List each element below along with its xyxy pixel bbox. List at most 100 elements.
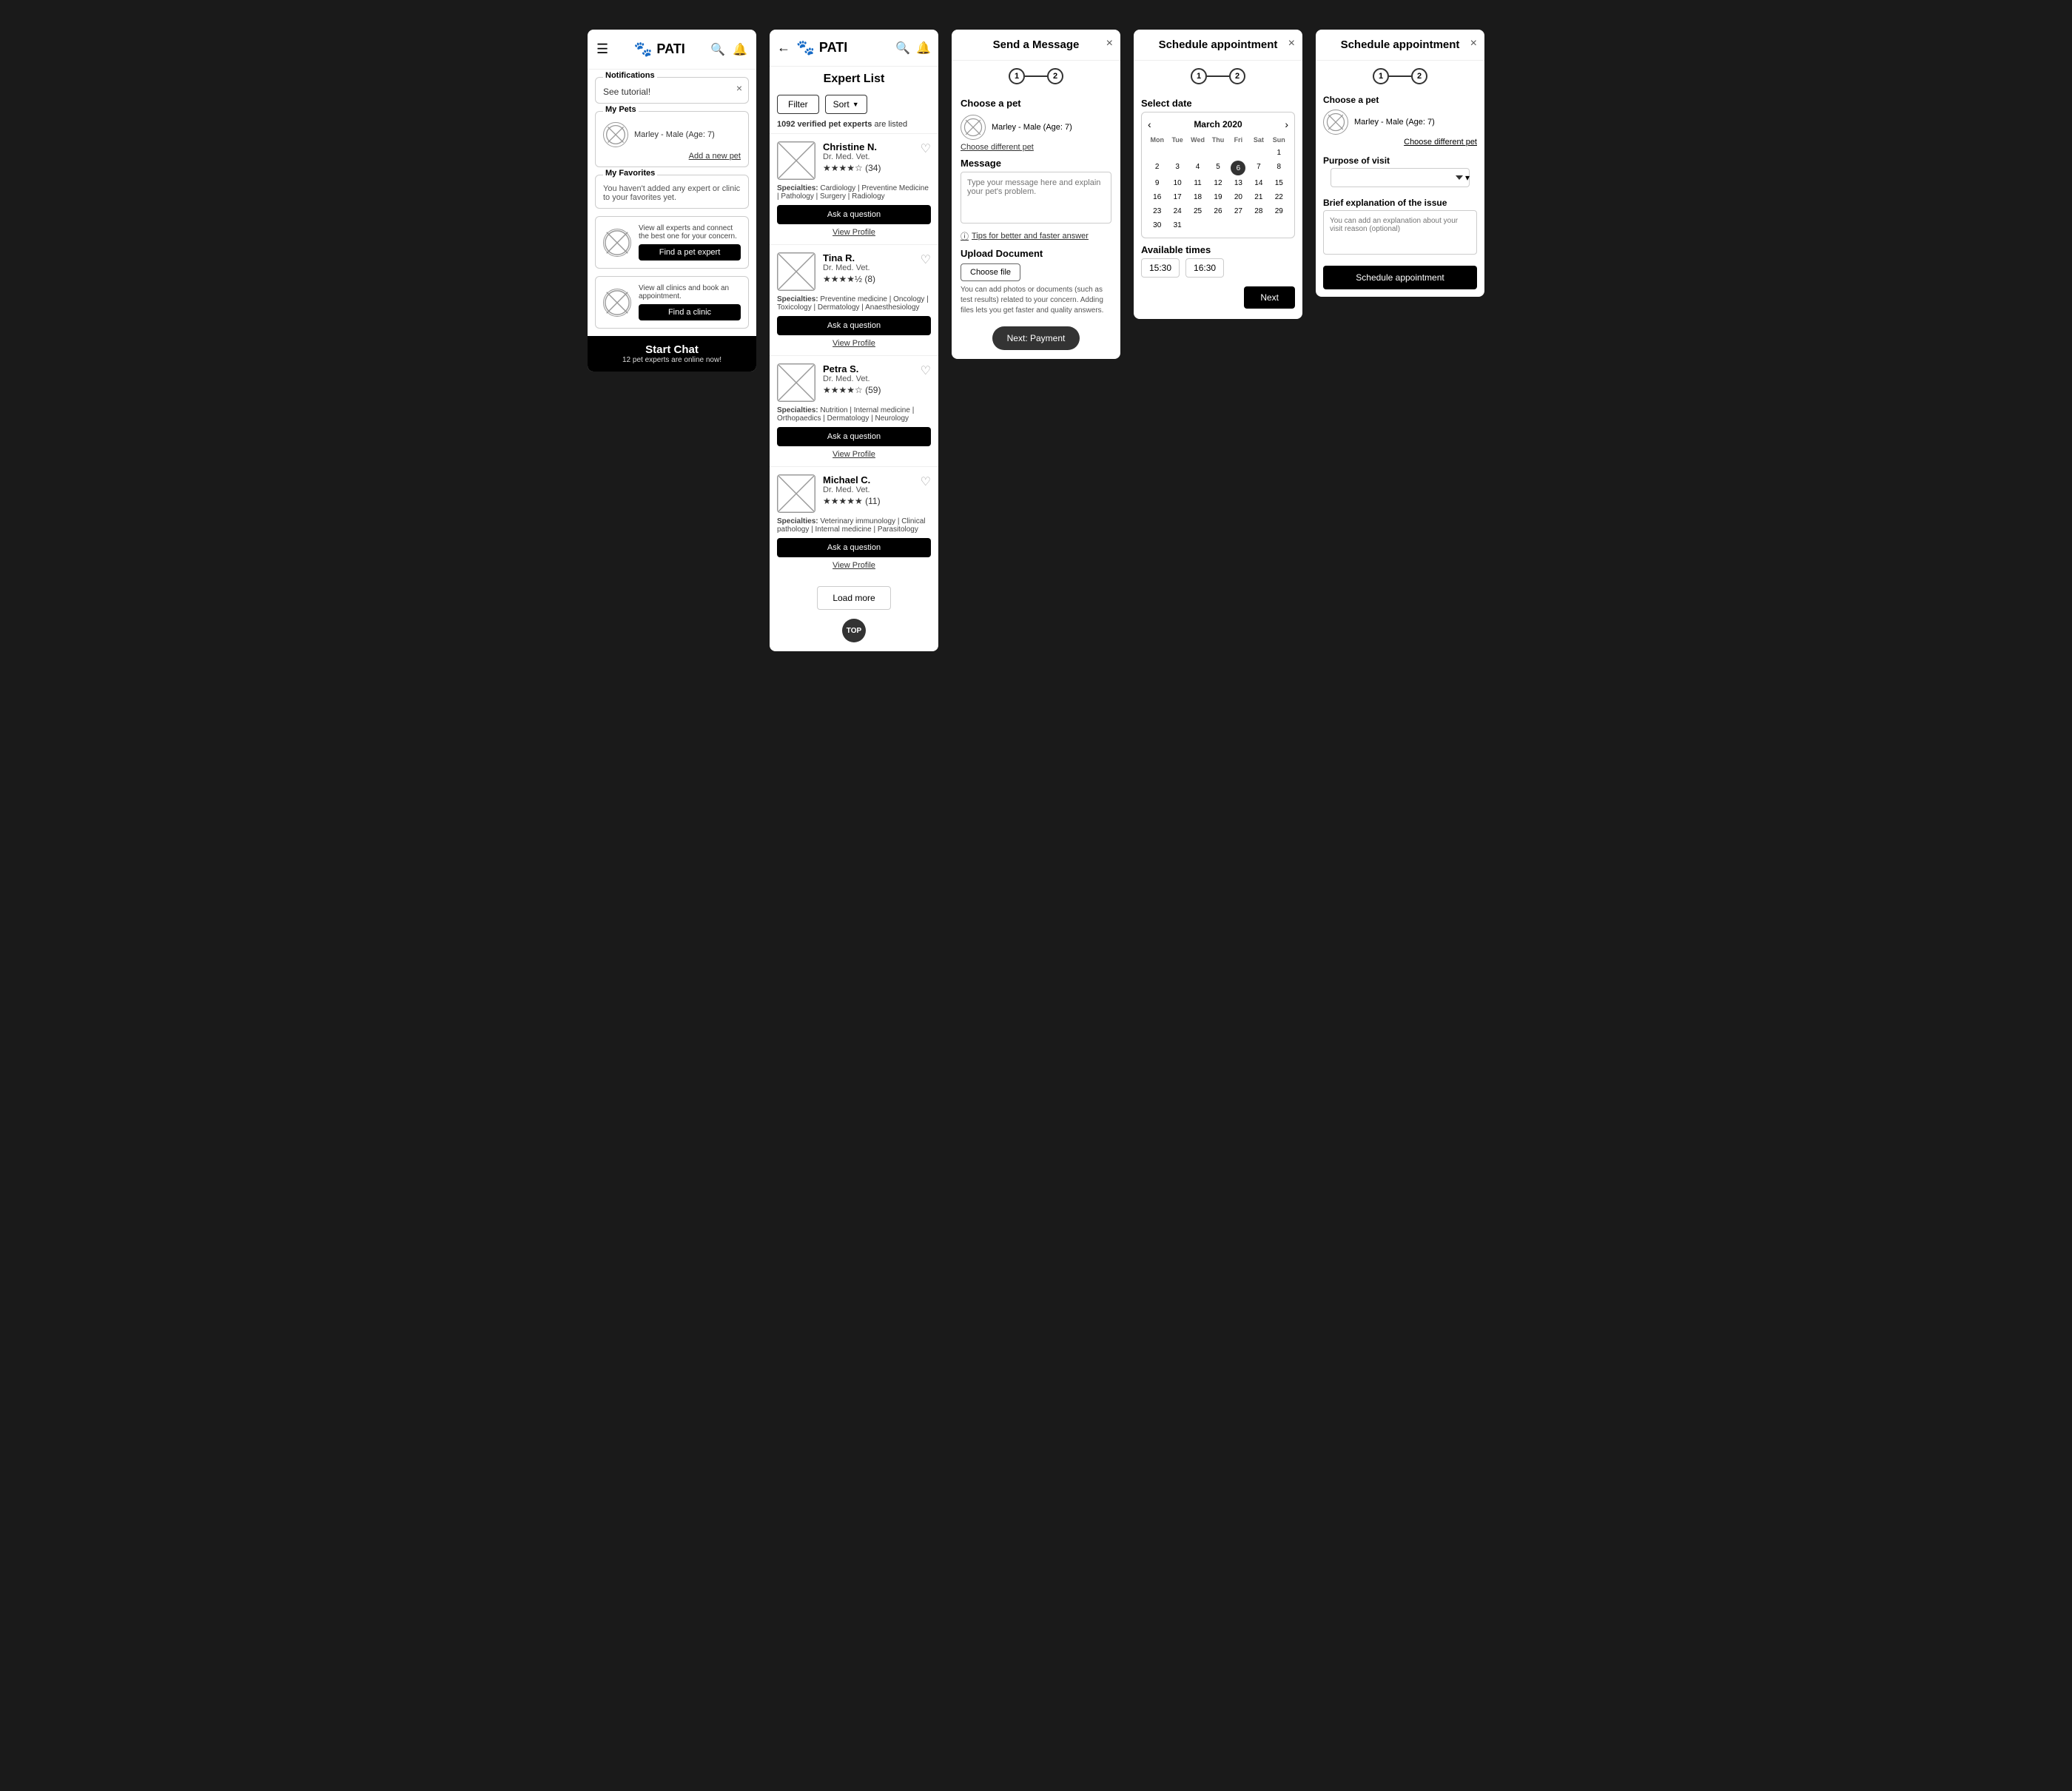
cal-day-6-today[interactable]: 6 — [1231, 161, 1245, 175]
cal-day-3[interactable]: 3 — [1168, 161, 1186, 175]
tips-link[interactable]: ⓘ Tips for better and faster answer — [952, 227, 1120, 245]
purpose-of-visit-select[interactable] — [1331, 168, 1470, 187]
top-button[interactable]: TOP — [842, 619, 866, 642]
find-clinic-button[interactable]: Find a clinic — [639, 304, 741, 320]
cal-day-28[interactable]: 28 — [1249, 205, 1268, 218]
expert-header-icons: 🔍 🔔 — [895, 41, 931, 56]
cal-day-2[interactable]: 2 — [1148, 161, 1166, 175]
cal-day-10[interactable]: 10 — [1168, 177, 1186, 189]
choose-different-pet-link[interactable]: Choose different pet — [952, 143, 1120, 152]
cal-day-11[interactable]: 11 — [1188, 177, 1207, 189]
cal-day-24[interactable]: 24 — [1168, 205, 1186, 218]
next-button[interactable]: Next — [1244, 286, 1295, 309]
cal-day-1[interactable]: 1 — [1270, 147, 1288, 159]
sort-button[interactable]: Sort ▼ — [825, 95, 867, 114]
calendar-grid: Mon Tue Wed Thu Fri Sat Sun 1 2 3 4 5 — [1148, 135, 1288, 232]
close-message-icon[interactable]: × — [1106, 37, 1113, 50]
close-notifications-icon[interactable]: × — [736, 82, 742, 94]
close-schedule-form-icon[interactable]: × — [1470, 37, 1477, 50]
cal-day-12[interactable]: 12 — [1208, 177, 1227, 189]
cal-day-mon: Mon — [1148, 135, 1166, 145]
view-profile-link-3[interactable]: View Profile — [777, 450, 931, 459]
cal-day-30[interactable]: 30 — [1148, 219, 1166, 232]
bell-icon-2[interactable]: 🔔 — [916, 41, 931, 56]
cal-day-26[interactable]: 26 — [1208, 205, 1227, 218]
expert-card-top-2: Tina R. Dr. Med. Vet. ★★★★½ (8) ♡ — [777, 252, 931, 291]
form-choose-different-link[interactable]: Choose different pet — [1323, 138, 1477, 147]
start-chat-bar[interactable]: Start Chat 12 pet experts are online now… — [588, 336, 756, 372]
load-more-button[interactable]: Load more — [817, 586, 890, 610]
ask-question-button-4[interactable]: Ask a question — [777, 538, 931, 557]
search-icon-2[interactable]: 🔍 — [895, 41, 910, 56]
find-expert-button[interactable]: Find a pet expert — [639, 244, 741, 261]
cal-prev-icon[interactable]: ‹ — [1148, 118, 1151, 130]
cal-day-7[interactable]: 7 — [1249, 161, 1268, 175]
form-choose-pet-label: Choose a pet — [1323, 95, 1477, 105]
cal-day-20[interactable]: 20 — [1229, 191, 1248, 204]
purpose-of-visit-label: Purpose of visit — [1316, 151, 1484, 168]
form-step-line — [1389, 75, 1411, 77]
ask-question-button-1[interactable]: Ask a question — [777, 205, 931, 224]
ask-question-button-3[interactable]: Ask a question — [777, 427, 931, 446]
expert-photo-2 — [777, 252, 815, 291]
back-icon[interactable]: ← — [777, 40, 790, 56]
cal-day-25[interactable]: 25 — [1188, 205, 1207, 218]
cal-day-29[interactable]: 29 — [1270, 205, 1288, 218]
favorite-icon-1[interactable]: ♡ — [921, 141, 931, 156]
message-textarea[interactable] — [961, 172, 1111, 224]
expert-name-3: Petra S. — [823, 363, 931, 374]
cal-day-31[interactable]: 31 — [1168, 219, 1186, 232]
cal-day-5[interactable]: 5 — [1208, 161, 1227, 175]
cal-day-15[interactable]: 15 — [1270, 177, 1288, 189]
bell-icon[interactable]: 🔔 — [733, 42, 747, 57]
favorite-icon-2[interactable]: ♡ — [921, 252, 931, 267]
cal-day-8[interactable]: 8 — [1270, 161, 1288, 175]
cal-day-21[interactable]: 21 — [1249, 191, 1268, 204]
find-clinic-content: View all clinics and book an appointment… — [639, 284, 741, 320]
schedule-appointment-button[interactable]: Schedule appointment — [1323, 266, 1477, 289]
favorite-icon-4[interactable]: ♡ — [921, 474, 931, 489]
choose-pet-label: Choose a pet — [952, 92, 1120, 112]
view-profile-link-2[interactable]: View Profile — [777, 339, 931, 348]
step-1-circle: 1 — [1009, 68, 1025, 84]
cal-day-17[interactable]: 17 — [1168, 191, 1186, 204]
expert-specialties-4: Specialties: Veterinary immunology | Cli… — [777, 517, 931, 534]
cal-month: March 2020 — [1194, 119, 1242, 130]
favorite-icon-3[interactable]: ♡ — [921, 363, 931, 378]
close-schedule-icon[interactable]: × — [1288, 37, 1295, 50]
cal-day-13[interactable]: 13 — [1229, 177, 1248, 189]
form-pet-row: Marley - Male (Age: 7) — [1323, 110, 1477, 135]
schedule-step-1: 1 — [1191, 68, 1207, 84]
cal-day-16[interactable]: 16 — [1148, 191, 1166, 204]
cal-day-23[interactable]: 23 — [1148, 205, 1166, 218]
cal-day-27[interactable]: 27 — [1229, 205, 1248, 218]
notification-text: See tutorial! — [603, 87, 741, 97]
expert-specialties-1: Specialties: Cardiology | Preventine Med… — [777, 184, 931, 201]
expert-stars-4: ★★★★★ (11) — [823, 496, 931, 506]
cal-day-22[interactable]: 22 — [1270, 191, 1288, 204]
ask-question-button-2[interactable]: Ask a question — [777, 316, 931, 335]
add-pet-link[interactable]: Add a new pet — [603, 152, 741, 161]
cal-day-tue: Tue — [1168, 135, 1186, 145]
expert-photo-1 — [777, 141, 815, 180]
cal-day-18[interactable]: 18 — [1188, 191, 1207, 204]
choose-file-button[interactable]: Choose file — [961, 263, 1020, 281]
time-slot-1630[interactable]: 16:30 — [1185, 258, 1224, 278]
view-profile-link-4[interactable]: View Profile — [777, 561, 931, 570]
find-expert-text: View all experts and connect the best on… — [639, 224, 741, 241]
next-payment-button[interactable]: Next: Payment — [992, 326, 1080, 350]
filter-button[interactable]: Filter — [777, 95, 819, 114]
calendar-box: ‹ March 2020 › Mon Tue Wed Thu Fri Sat S… — [1141, 112, 1295, 238]
time-slot-1530[interactable]: 15:30 — [1141, 258, 1180, 278]
brief-explanation-textarea[interactable] — [1323, 210, 1477, 255]
hamburger-icon[interactable]: ☰ — [596, 41, 608, 57]
cal-day-sat: Sat — [1249, 135, 1268, 145]
view-profile-link-1[interactable]: View Profile — [777, 228, 931, 237]
cal-next-icon[interactable]: › — [1285, 118, 1288, 130]
cal-day-19[interactable]: 19 — [1208, 191, 1227, 204]
cal-day-14[interactable]: 14 — [1249, 177, 1268, 189]
schedule-form-screen: Schedule appointment × 1 2 Choose a pet … — [1316, 30, 1484, 297]
cal-day-4[interactable]: 4 — [1188, 161, 1207, 175]
search-icon[interactable]: 🔍 — [710, 42, 725, 57]
cal-day-9[interactable]: 9 — [1148, 177, 1166, 189]
